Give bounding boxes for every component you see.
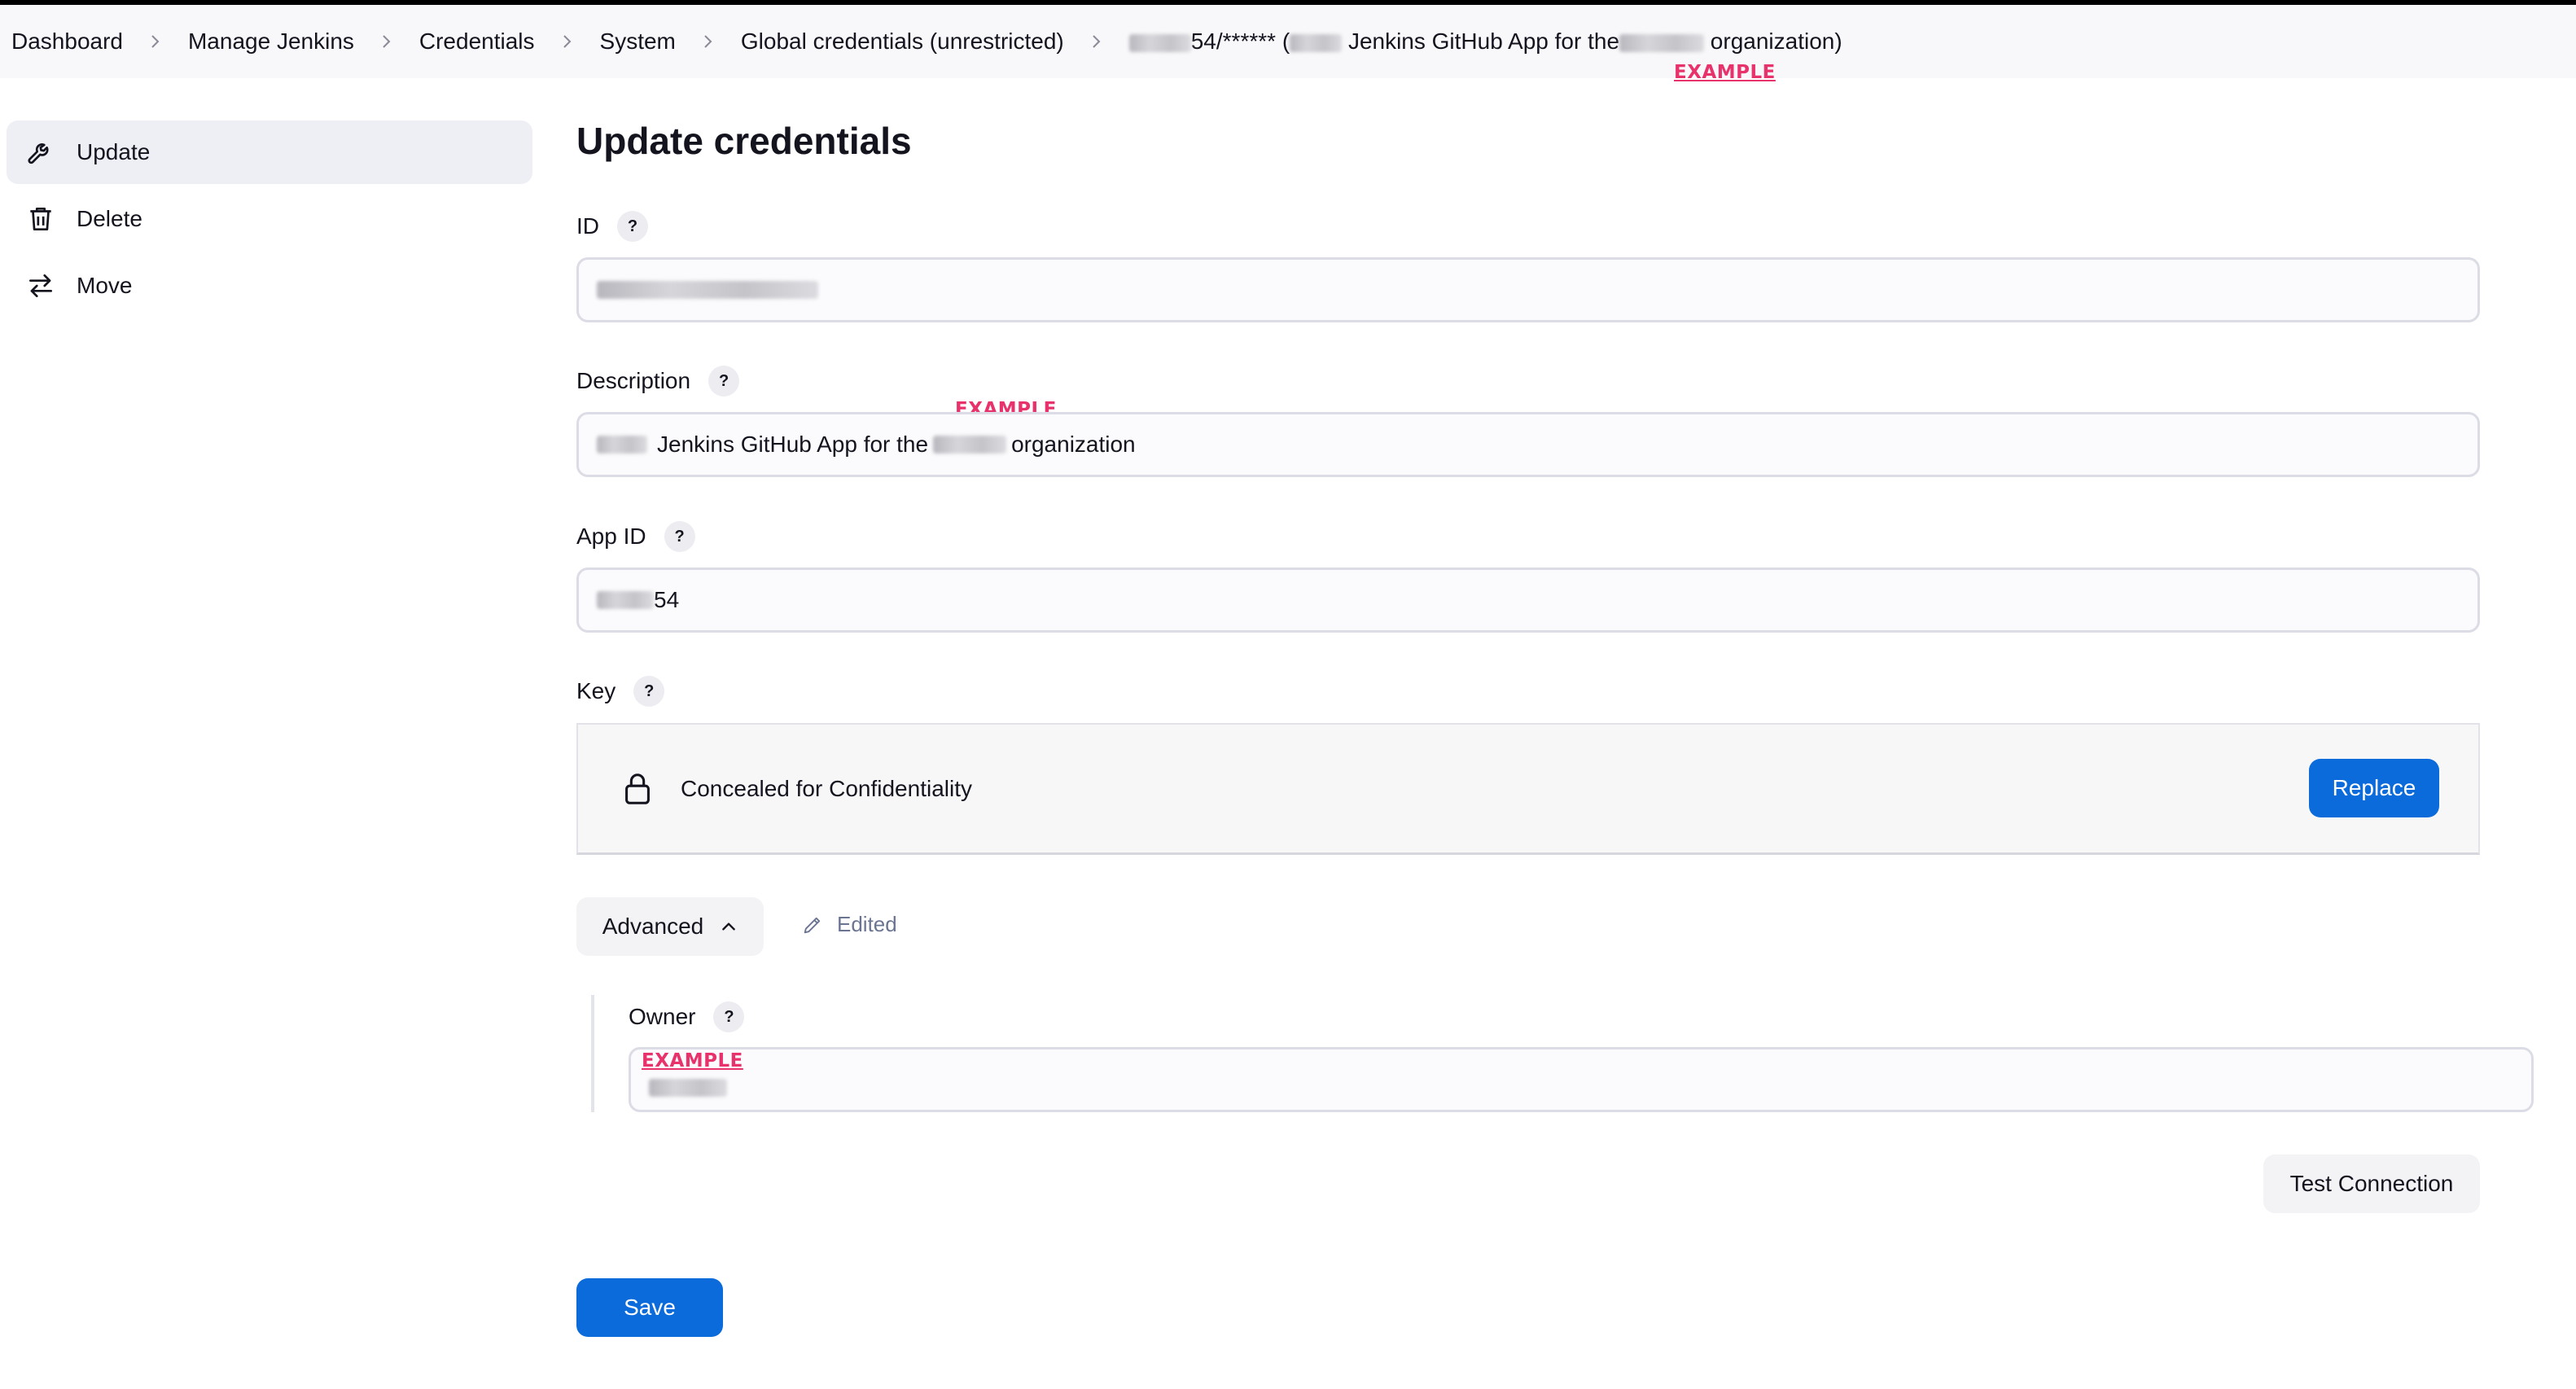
example-watermark: EXAMPLE (642, 1050, 743, 1071)
save-button[interactable]: Save (576, 1278, 723, 1337)
test-connection-button[interactable]: Test Connection (2263, 1155, 2480, 1213)
edited-label: Edited (837, 912, 897, 936)
lock-icon (619, 770, 656, 808)
wrench-icon (24, 136, 57, 169)
sidebar-item-label: Delete (77, 206, 142, 231)
breadcrumb-dashboard[interactable]: Dashboard (11, 28, 123, 55)
owner-label-text: Owner (629, 1004, 696, 1029)
breadcrumb-credentials[interactable]: Credentials (419, 28, 535, 55)
redacted-text (649, 1079, 727, 1097)
description-value-middle: Jenkins GitHub App for the (657, 432, 929, 457)
chevron-right-icon (379, 33, 395, 50)
id-field[interactable] (576, 257, 2480, 322)
sidebar-item-label: Update (77, 139, 151, 164)
description-label: Description ? (576, 366, 740, 397)
id-label-text: ID (576, 213, 599, 239)
redacted-text (597, 591, 654, 609)
sidebar-item-move[interactable]: Move (7, 254, 532, 318)
help-icon[interactable]: ? (633, 676, 665, 707)
key-label-text: Key (576, 678, 616, 703)
chevron-right-icon (700, 33, 716, 50)
chevron-right-icon (1089, 33, 1105, 50)
advanced-toggle-button[interactable]: Advanced (576, 897, 764, 956)
breadcrumb-system[interactable]: System (600, 28, 676, 55)
advanced-label: Advanced (602, 914, 704, 939)
sidebar-item-delete[interactable]: Delete (7, 187, 532, 251)
app-id-label-text: App ID (576, 524, 646, 549)
chevron-right-icon (559, 33, 576, 50)
breadcrumb-current-credential[interactable]: 54/****** ( Jenkins GitHub App for the o… (1128, 28, 1842, 55)
chevron-up-icon (722, 922, 736, 931)
app-id-field[interactable]: 54 (576, 567, 2480, 633)
key-label: Key ? (576, 676, 665, 707)
redacted-text (1290, 33, 1343, 52)
edited-indicator: Edited (801, 912, 897, 937)
breadcrumb-paren-open: ( (1281, 28, 1290, 54)
example-watermark: EXAMPLE (1674, 62, 1776, 83)
owner-label: Owner ? (629, 1001, 745, 1032)
breadcrumb: Dashboard Manage Jenkins Credentials Sys… (0, 5, 2576, 78)
chevron-right-icon (147, 33, 164, 50)
help-icon[interactable]: ? (708, 366, 740, 397)
sidebar-item-label: Move (77, 273, 133, 298)
replace-button[interactable]: Replace (2309, 759, 2439, 817)
redacted-text (597, 281, 818, 299)
key-concealed-panel: Concealed for Confidentiality (576, 723, 2480, 855)
sidebar-item-update[interactable]: Update (7, 120, 532, 184)
breadcrumb-global-credentials[interactable]: Global credentials (unrestricted) (741, 28, 1064, 55)
description-value-end: organization (1011, 432, 1136, 457)
move-arrows-icon (24, 269, 57, 302)
redacted-text (1128, 33, 1191, 52)
breadcrumb-current-text-end: organization) (1710, 28, 1842, 54)
app-id-label: App ID ? (576, 521, 695, 552)
trash-icon (24, 203, 57, 235)
help-icon[interactable]: ? (617, 211, 648, 242)
breadcrumb-current-text: Jenkins GitHub App for the (1347, 28, 1620, 54)
pencil-icon (804, 917, 821, 933)
redacted-text (597, 436, 647, 454)
app-id-value-suffix: 54 (654, 587, 680, 612)
breadcrumb-manage-jenkins[interactable]: Manage Jenkins (188, 28, 354, 55)
description-label-text: Description (576, 368, 691, 393)
page-title: Update credentials (576, 120, 912, 162)
advanced-section-rail (591, 995, 594, 1112)
key-concealed-text: Concealed for Confidentiality (681, 775, 972, 801)
help-icon[interactable]: ? (664, 521, 695, 552)
help-icon[interactable]: ? (713, 1001, 745, 1032)
redacted-text (1619, 33, 1705, 52)
id-label: ID ? (576, 211, 648, 242)
breadcrumb-app-id-suffix: 54/****** (1190, 28, 1277, 54)
redacted-text (933, 436, 1007, 454)
description-field[interactable]: Jenkins GitHub App for the organization (576, 412, 2480, 477)
owner-field[interactable] (629, 1047, 2534, 1112)
